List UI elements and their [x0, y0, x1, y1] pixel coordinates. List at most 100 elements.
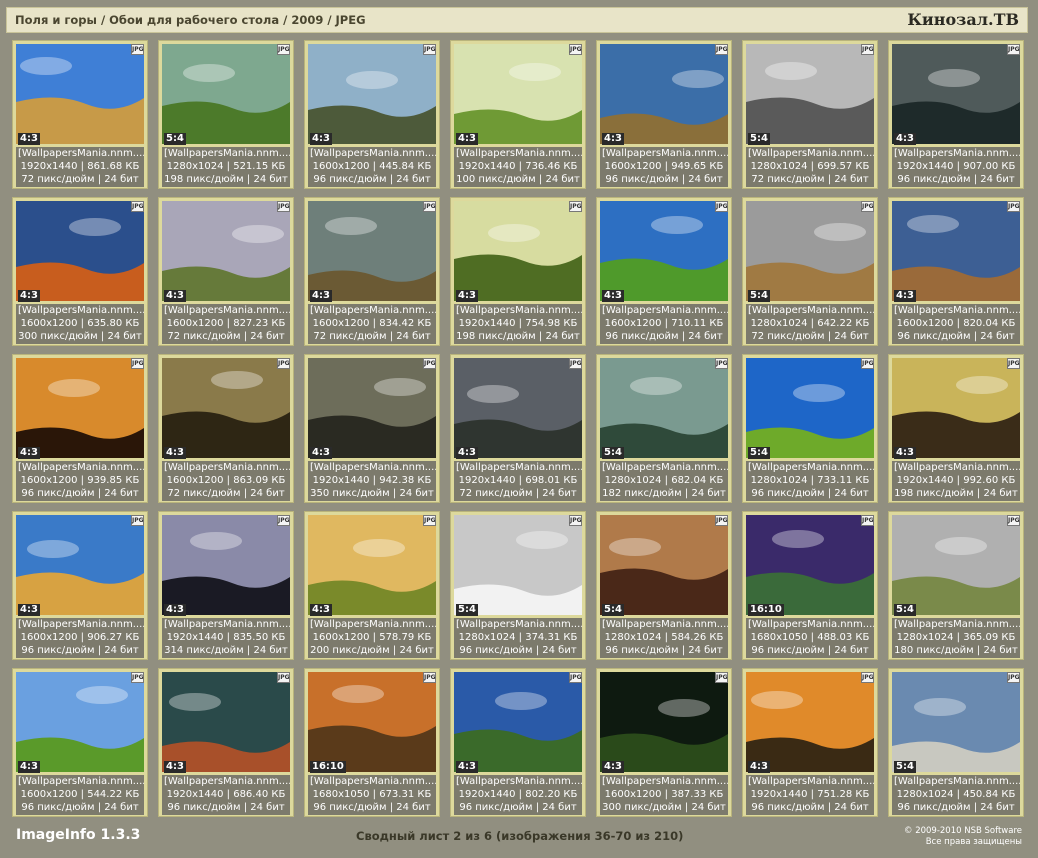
thumbnail-card[interactable]: JPG 4:3 [WallpapersMania.nnm.... 1600x1200 …	[888, 197, 1024, 346]
thumbnail-card[interactable]: JPG 4:3 [WallpapersMania.nnm.... 1600x1200 …	[158, 197, 294, 346]
thumbnail-image[interactable]: JPG 4:3	[308, 515, 436, 616]
thumbnail-image[interactable]: JPG 4:3	[16, 515, 144, 616]
thumbnail-card[interactable]: JPG 4:3 [WallpapersMania.nnm.... 1920x1440 …	[742, 668, 878, 817]
thumbnail-picture	[162, 358, 290, 458]
dpi-depth: 96 пикс/дюйм | 24 бит	[897, 331, 1015, 342]
thumbnail-image[interactable]: JPG 4:3	[892, 44, 1020, 145]
thumbnail-image[interactable]: JPG 4:3	[162, 515, 290, 616]
thumbnail-image[interactable]: JPG 4:3	[454, 201, 582, 302]
aspect-ratio-label: 4:3	[602, 761, 624, 773]
cloud-shape	[609, 538, 661, 556]
thumbnail-image[interactable]: JPG 4:3	[600, 44, 728, 145]
brand-logo[interactable]: Кинозал.ТВ	[907, 10, 1019, 29]
cloud-shape	[467, 385, 519, 403]
thumbnail-image[interactable]: JPG 4:3	[454, 358, 582, 459]
resolution-size: 1920x1440 | 751.28 КБ	[750, 789, 870, 800]
file-size: 686.40 КБ	[233, 789, 286, 800]
thumbnail-card[interactable]: JPG 4:3 [WallpapersMania.nnm.... 1920x1440 …	[888, 354, 1024, 503]
thumbnail-card[interactable]: JPG 4:3 [WallpapersMania.nnm.... 1920x1440 …	[888, 40, 1024, 189]
thumbnail-image[interactable]: JPG 4:3	[454, 672, 582, 773]
thumbnail-card[interactable]: JPG 4:3 [WallpapersMania.nnm.... 1920x1440 …	[158, 511, 294, 660]
image-info: [WallpapersMania.nnm.... 1280x1024 | 682.…	[600, 461, 728, 501]
thumbnail-card[interactable]: JPG 4:3 [WallpapersMania.nnm.... 1600x1200 …	[158, 354, 294, 503]
thumbnail-image[interactable]: JPG 4:3	[892, 201, 1020, 302]
thumbnail-card[interactable]: JPG 4:3 [WallpapersMania.nnm.... 1600x1200 …	[12, 511, 148, 660]
jpg-badge-icon: JPG	[569, 44, 582, 55]
thumbnail-image[interactable]: JPG 5:4	[746, 201, 874, 302]
thumbnail-card[interactable]: JPG 4:3 [WallpapersMania.nnm.... 1920x1440 …	[158, 668, 294, 817]
resolution-size: 1600x1200 | 834.42 КБ	[312, 318, 432, 329]
aspect-ratio-label: 4:3	[18, 604, 40, 616]
thumbnail-image[interactable]: JPG 4:3	[600, 201, 728, 302]
resolution-size: 1920x1440 | 754.98 КБ	[458, 318, 578, 329]
thumbnail-image[interactable]: JPG 16:10	[308, 672, 436, 773]
thumbnail-picture	[16, 358, 144, 458]
thumbnail-card[interactable]: JPG 4:3 [WallpapersMania.nnm.... 1920x1440 …	[450, 40, 586, 189]
thumbnail-image[interactable]: JPG 5:4	[746, 44, 874, 145]
thumbnail-card[interactable]: JPG 5:4 [WallpapersMania.nnm.... 1280x1024 …	[596, 511, 732, 660]
file-name: [WallpapersMania.nnm....	[164, 776, 290, 787]
thumbnail-image[interactable]: JPG 16:10	[746, 515, 874, 616]
thumbnail-card[interactable]: JPG 4:3 [WallpapersMania.nnm.... 1600x1200 …	[596, 668, 732, 817]
thumbnail-card[interactable]: JPG 4:3 [WallpapersMania.nnm.... 1600x1200 …	[12, 668, 148, 817]
jpg-badge-icon: JPG	[277, 44, 290, 55]
thumbnail-image[interactable]: JPG 4:3	[454, 44, 582, 145]
breadcrumb[interactable]: Поля и горы / Обои для рабочего стола / …	[15, 13, 366, 27]
thumbnail-image[interactable]: JPG 5:4	[892, 672, 1020, 773]
thumbnail-image[interactable]: JPG 4:3	[892, 358, 1020, 459]
thumbnail-image[interactable]: JPG 4:3	[16, 201, 144, 302]
jpg-badge-icon: JPG	[131, 672, 144, 683]
thumbnail-image[interactable]: JPG 4:3	[162, 358, 290, 459]
thumbnail-card[interactable]: JPG 4:3 [WallpapersMania.nnm.... 1920x1440 …	[450, 354, 586, 503]
thumbnail-card[interactable]: JPG 4:3 [WallpapersMania.nnm.... 1600x1200 …	[304, 511, 440, 660]
thumbnail-card[interactable]: JPG 5:4 [WallpapersMania.nnm.... 1280x1024 …	[888, 668, 1024, 817]
thumbnail-card[interactable]: JPG 4:3 [WallpapersMania.nnm.... 1920x1440 …	[304, 354, 440, 503]
thumbnail-card[interactable]: JPG 5:4 [WallpapersMania.nnm.... 1280x1024 …	[742, 354, 878, 503]
resolution-size: 1920x1440 | 992.60 КБ	[896, 475, 1016, 486]
thumbnail-card[interactable]: JPG 5:4 [WallpapersMania.nnm.... 1280x1024 …	[450, 511, 586, 660]
cloud-shape	[907, 215, 959, 233]
aspect-ratio-label: 4:3	[456, 133, 478, 145]
file-size: 861.68 КБ	[87, 161, 140, 172]
thumbnail-image[interactable]: JPG 4:3	[16, 672, 144, 773]
thumbnail-card[interactable]: JPG 5:4 [WallpapersMania.nnm.... 1280x1024 …	[596, 354, 732, 503]
resolution: 1600x1200	[166, 318, 224, 329]
thumbnail-card[interactable]: JPG 5:4 [WallpapersMania.nnm.... 1280x1024 …	[742, 197, 878, 346]
thumbnail-image[interactable]: JPG 4:3	[746, 672, 874, 773]
thumbnail-image[interactable]: JPG 4:3	[308, 358, 436, 459]
thumbnail-card[interactable]: JPG 4:3 [WallpapersMania.nnm.... 1600x1200 …	[596, 40, 732, 189]
thumbnail-card[interactable]: JPG 4:3 [WallpapersMania.nnm.... 1600x1200 …	[596, 197, 732, 346]
thumbnail-image[interactable]: JPG 5:4	[892, 515, 1020, 616]
thumbnail-image[interactable]: JPG 5:4	[162, 44, 290, 145]
thumbnail-picture	[600, 515, 728, 615]
cloud-shape	[211, 371, 263, 389]
thumbnail-card[interactable]: JPG 16:10 [WallpapersMania.nnm.... 1680x105…	[742, 511, 878, 660]
file-size: 949.65 КБ	[671, 161, 724, 172]
thumbnail-card[interactable]: JPG 5:4 [WallpapersMania.nnm.... 1280x1024 …	[742, 40, 878, 189]
thumbnail-image[interactable]: JPG 5:4	[454, 515, 582, 616]
file-size: 698.01 КБ	[525, 475, 578, 486]
thumbnail-image[interactable]: JPG 5:4	[746, 358, 874, 459]
thumbnail-card[interactable]: JPG 4:3 [WallpapersMania.nnm.... 1600x1200 …	[304, 197, 440, 346]
image-info: [WallpapersMania.nnm.... 1600x1200 | 863.…	[162, 461, 290, 501]
thumbnail-image[interactable]: JPG 5:4	[600, 515, 728, 616]
thumbnail-card[interactable]: JPG 4:3 [WallpapersMania.nnm.... 1600x1200 …	[304, 40, 440, 189]
thumbnail-card[interactable]: JPG 5:4 [WallpapersMania.nnm.... 1280x1024 …	[158, 40, 294, 189]
thumbnail-card[interactable]: JPG 4:3 [WallpapersMania.nnm.... 1920x1440 …	[450, 197, 586, 346]
thumbnail-image[interactable]: JPG 4:3	[308, 201, 436, 302]
thumbnail-image[interactable]: JPG 5:4	[600, 358, 728, 459]
thumbnail-card[interactable]: JPG 4:3 [WallpapersMania.nnm.... 1920x1440 …	[12, 40, 148, 189]
thumbnail-image[interactable]: JPG 4:3	[162, 201, 290, 302]
thumbnail-card[interactable]: JPG 4:3 [WallpapersMania.nnm.... 1920x1440 …	[450, 668, 586, 817]
thumbnail-card[interactable]: JPG 4:3 [WallpapersMania.nnm.... 1600x1200 …	[12, 354, 148, 503]
thumbnail-image[interactable]: JPG 4:3	[162, 672, 290, 773]
thumbnail-card[interactable]: JPG 4:3 [WallpapersMania.nnm.... 1600x1200 …	[12, 197, 148, 346]
thumbnail-image[interactable]: JPG 4:3	[308, 44, 436, 145]
thumbnail-image[interactable]: JPG 4:3	[16, 44, 144, 145]
file-size: 834.42 КБ	[379, 318, 432, 329]
resolution: 1600x1200	[896, 318, 954, 329]
thumbnail-image[interactable]: JPG 4:3	[16, 358, 144, 459]
thumbnail-card[interactable]: JPG 16:10 [WallpapersMania.nnm.... 1680x105…	[304, 668, 440, 817]
thumbnail-card[interactable]: JPG 5:4 [WallpapersMania.nnm.... 1280x1024 …	[888, 511, 1024, 660]
thumbnail-image[interactable]: JPG 4:3	[600, 672, 728, 773]
